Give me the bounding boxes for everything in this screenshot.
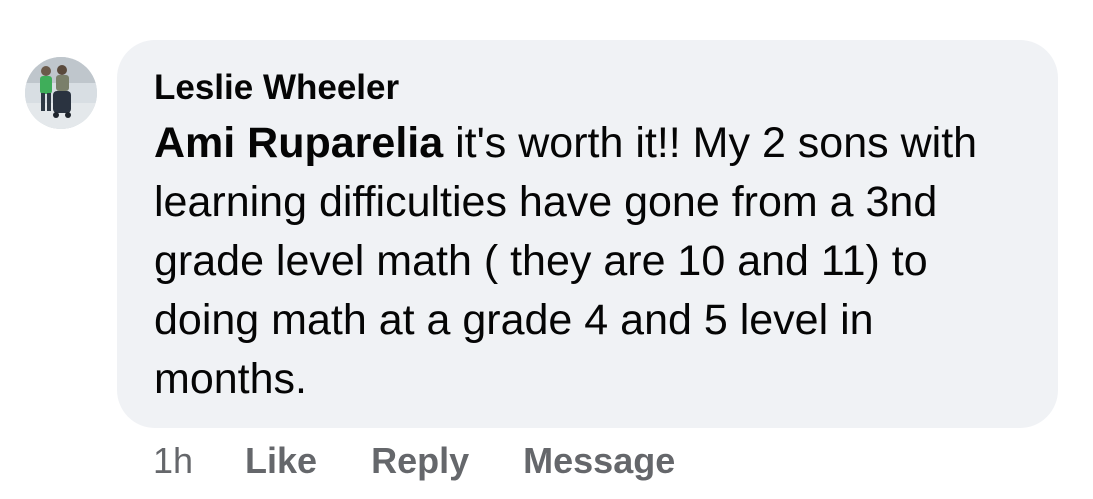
reply-button[interactable]: Reply	[371, 440, 469, 482]
comment-timestamp[interactable]: 1h	[153, 440, 193, 482]
comment-actions: 1h Like Reply Message	[153, 438, 729, 484]
comment-author[interactable]: Leslie Wheeler	[154, 66, 1028, 110]
avatar-photo	[25, 57, 97, 129]
mention-link[interactable]: Ami Ruparelia	[154, 119, 443, 167]
comment-bubble: Leslie Wheeler Ami Ruparelia it's worth …	[117, 40, 1058, 428]
like-button[interactable]: Like	[245, 440, 317, 482]
comment-text: Ami Ruparelia it's worth it!! My 2 sons …	[154, 114, 1034, 409]
avatar[interactable]	[25, 57, 97, 129]
message-button[interactable]: Message	[523, 440, 675, 482]
